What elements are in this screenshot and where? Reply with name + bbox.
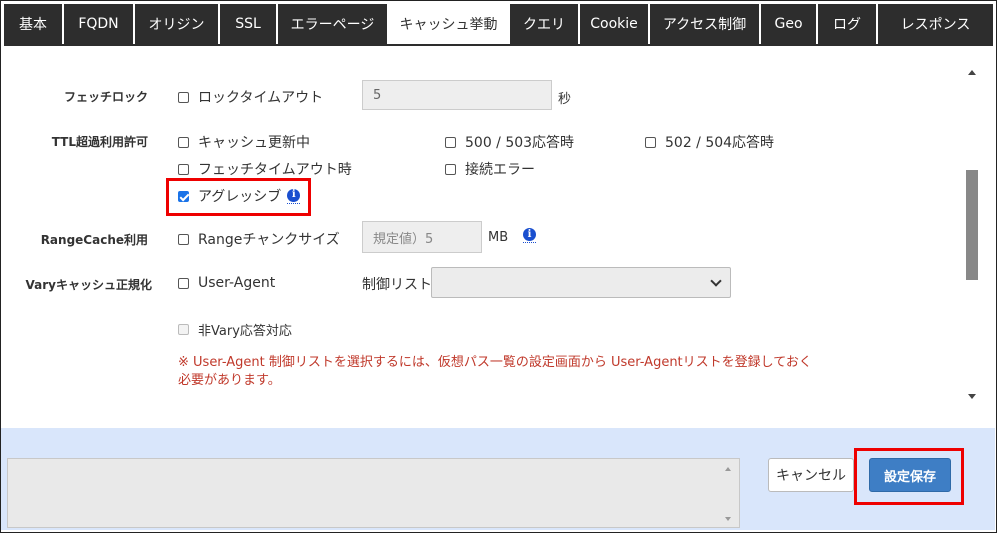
range-info-trigger[interactable]: i [523,228,536,243]
checkbox[interactable] [178,163,189,175]
tab-origin[interactable]: オリジン [135,4,220,44]
checkbox[interactable] [445,136,456,148]
range-chunk-size-input[interactable]: 規定値）5 [362,221,482,253]
lock-timeout-checkbox[interactable] [178,91,189,103]
scroll-down-arrow-icon[interactable] [968,394,976,399]
option-label: 502 / 504応答時 [665,135,775,151]
range-chunk-size-checkbox[interactable] [178,233,189,245]
range-chunk-size-unit: MB [488,230,509,245]
log-textarea[interactable] [7,458,740,528]
control-list-select[interactable] [431,267,731,298]
ttl-option-aggressive[interactable]: アグレッシブ i [178,186,301,206]
info-icon: i [287,188,301,202]
tab-response[interactable]: レスポンス [878,4,993,44]
option-label: 接続エラー [465,162,535,178]
tab-geo[interactable]: Geo [761,4,818,44]
tab-cookie[interactable]: Cookie [580,4,650,44]
tab-log[interactable]: ログ [818,4,878,44]
tab-divider [4,44,993,46]
tab-basic[interactable]: 基本 [4,4,64,44]
tab-access-control[interactable]: アクセス制御 [650,4,761,44]
info-icon: i [523,228,536,241]
range-chunk-size-checkbox-row[interactable]: Rangeチャンクサイズ [178,229,340,249]
checkbox[interactable] [178,136,189,148]
vary-cache-label: Varyキャッシュ正規化 [25,278,152,292]
tab-error-page[interactable]: エラーページ [278,4,389,44]
ttl-option-500-503[interactable]: 500 / 503応答時 [445,132,574,152]
range-chunk-size-label: Rangeチャンクサイズ [198,232,340,248]
checkbox[interactable] [445,163,456,175]
tab-fqdn[interactable]: FQDN [64,4,135,44]
ttl-overuse-label: TTL超過利用許可 [51,135,148,149]
control-list-label: 制御リスト [362,277,432,293]
option-label: キャッシュ更新中 [198,135,310,151]
ttl-option-fetch-timeout[interactable]: フェッチタイムアウト時 [178,159,352,179]
ttl-option-502-504[interactable]: 502 / 504応答時 [645,132,774,152]
vary-note: ※ User-Agent 制御リストを選択するには、仮想パス一覧の設定画面から … [178,355,812,388]
vary-user-agent-checkbox-row[interactable]: User-Agent [178,275,275,291]
lock-timeout-label: ロックタイムアウト [198,90,324,106]
lock-timeout-checkbox-row[interactable]: ロックタイムアウト [178,87,323,107]
vary-user-agent-checkbox[interactable] [178,277,189,289]
content-scrollbar[interactable] [962,60,984,410]
info-tooltip-trigger[interactable]: i [287,188,301,204]
tab-ssl[interactable]: SSL [220,4,278,44]
lock-timeout-input[interactable]: 5 [362,80,552,110]
save-settings-button[interactable]: 設定保存 [869,458,951,492]
tab-cache-behavior[interactable]: キャッシュ挙動 [389,4,510,44]
cancel-button[interactable]: キャンセル [768,458,854,492]
ttl-option-cache-updating[interactable]: キャッシュ更新中 [178,132,310,152]
chevron-down-icon [710,275,722,287]
lock-timeout-unit: 秒 [558,92,572,107]
non-vary-checkbox[interactable] [178,324,189,335]
tab-bar: 基本 FQDN オリジン SSL エラーページ キャッシュ挙動 クエリ Cook… [4,4,993,44]
tab-query[interactable]: クエリ [510,4,580,44]
checkbox[interactable] [645,136,656,148]
textarea-scroll-up-icon[interactable] [725,467,731,471]
non-vary-label: 非Vary応答対応 [198,324,292,339]
option-label: フェッチタイムアウト時 [198,162,352,178]
non-vary-checkbox-row[interactable]: 非Vary応答対応 [178,320,292,339]
scroll-up-arrow-icon[interactable] [968,70,976,75]
option-label: 500 / 503応答時 [465,135,575,151]
fetch-lock-label: フェッチロック [63,90,148,104]
textarea-scroll-down-icon[interactable] [725,517,731,521]
scrollbar-thumb[interactable] [966,170,978,280]
vary-user-agent-label: User-Agent [198,275,276,291]
option-label: アグレッシブ [198,189,282,205]
ttl-option-connection-error[interactable]: 接続エラー [445,159,535,179]
checkbox-checked[interactable] [178,190,189,202]
range-cache-label: RangeCache利用 [40,233,148,247]
